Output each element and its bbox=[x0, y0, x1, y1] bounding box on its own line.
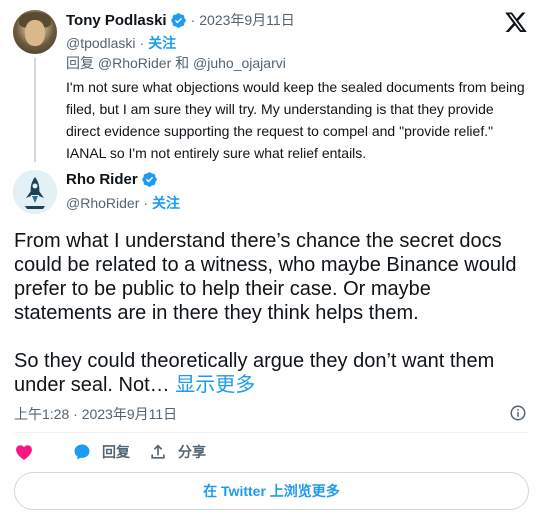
rocket-logo-icon bbox=[13, 170, 57, 214]
parent-author-name[interactable]: Tony Podlaski bbox=[66, 12, 167, 29]
parent-tweet-text: I'm not sure what objections would keep … bbox=[66, 79, 525, 161]
reply-mention-juho[interactable]: @juho_ojajarvi bbox=[193, 55, 286, 71]
x-logo-icon[interactable] bbox=[503, 10, 529, 34]
main-follow-button[interactable]: 关注 bbox=[152, 193, 180, 213]
divider bbox=[14, 432, 529, 433]
heart-icon bbox=[16, 445, 32, 460]
read-more-on-twitter-button[interactable]: 在 Twitter 上浏览更多 bbox=[14, 472, 529, 510]
tweet-actions-bar: 回复 分享 bbox=[14, 442, 224, 462]
reply-mention-rhorider[interactable]: @RhoRider bbox=[98, 55, 171, 71]
thread-connector-line bbox=[34, 58, 36, 162]
info-icon[interactable] bbox=[509, 404, 527, 422]
parent-tweet-date[interactable]: 2023年9月11日 bbox=[199, 10, 294, 30]
reply-button[interactable]: 回复 bbox=[72, 442, 130, 462]
parent-author-avatar[interactable] bbox=[13, 10, 57, 54]
share-upload-icon bbox=[151, 444, 165, 459]
parent-author-handle[interactable]: @tpodlaski bbox=[66, 35, 135, 51]
show-more-link[interactable]: 显示更多 bbox=[175, 374, 255, 396]
like-button[interactable] bbox=[14, 442, 54, 462]
reply-bubble-icon bbox=[74, 444, 90, 460]
tweet-timestamp[interactable]: 上午1:28 · 2023年9月11日 bbox=[14, 404, 177, 424]
main-author-handle[interactable]: @RhoRider bbox=[66, 195, 139, 211]
share-button[interactable]: 分享 bbox=[148, 442, 206, 462]
main-author-name[interactable]: Rho Rider bbox=[66, 171, 138, 188]
verified-badge-icon bbox=[141, 172, 157, 187]
main-author-avatar[interactable] bbox=[13, 170, 57, 214]
parent-follow-button[interactable]: 关注 bbox=[148, 33, 176, 53]
main-tweet-paragraph-1: From what I understand there’s chance th… bbox=[14, 230, 517, 324]
tweet-embed-card: Tony Podlaski · 2023年9月11日 @tpodlaski · … bbox=[0, 0, 543, 519]
replying-to-line: 回复 @RhoRider 和 @juho_ojajarvi bbox=[66, 55, 286, 71]
verified-badge-icon bbox=[170, 12, 186, 28]
main-tweet-paragraph-2: So they could theoretically argue they d… bbox=[14, 350, 495, 396]
main-tweet-text: From what I understand there’s chance th… bbox=[14, 229, 529, 397]
